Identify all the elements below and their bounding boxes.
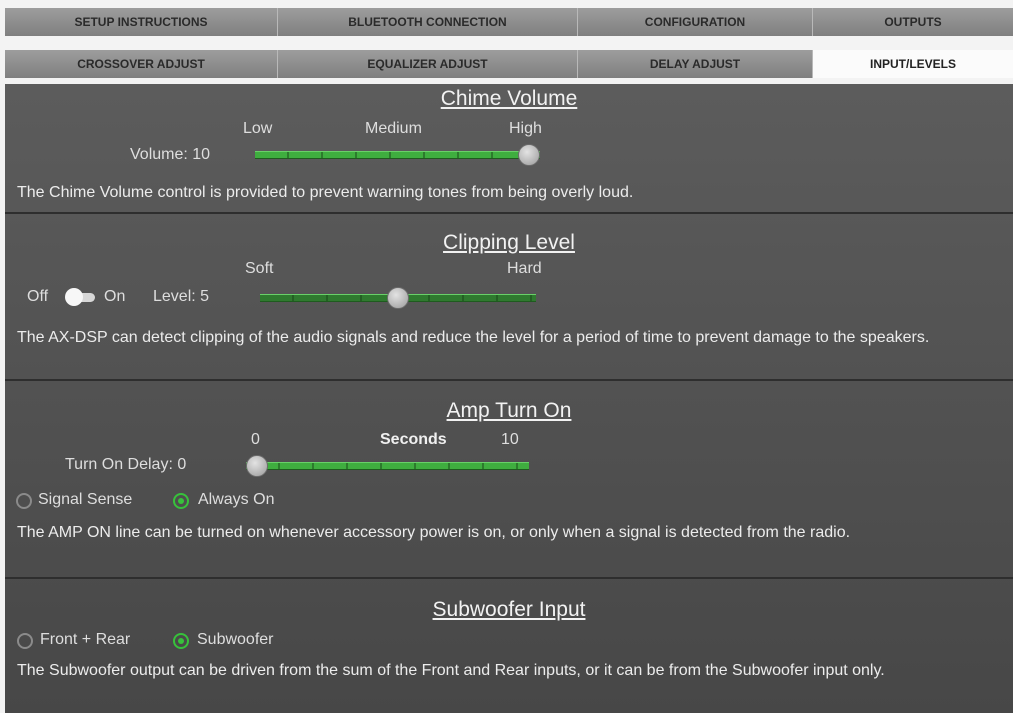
clipping-level-label: Level: 5 — [153, 288, 210, 305]
subwoofer-description: The Subwoofer output can be driven from … — [17, 662, 885, 679]
tab-row-bottom: CROSSOVER ADJUST EQUALIZER ADJUST DELAY … — [5, 50, 1013, 78]
dsp-app-window: SETUP INSTRUCTIONS BLUETOOTH CONNECTION … — [0, 0, 1013, 713]
tab-crossover-adjust[interactable]: CROSSOVER ADJUST — [5, 50, 278, 78]
settings-panel: Chime Volume Low Medium High Volume: 10 … — [5, 84, 1013, 713]
chime-volume-label: Volume: 10 — [130, 146, 211, 163]
amp-turn-on-section: Amp Turn On 0 Seconds 10 Turn On Delay: … — [5, 382, 1013, 579]
subwoofer-radio[interactable] — [173, 633, 189, 649]
chime-volume-section: Chime Volume Low Medium High Volume: 10 … — [5, 84, 1013, 214]
chime-volume-track — [255, 151, 540, 159]
amp-delay-slider[interactable] — [246, 455, 529, 477]
chime-description: The Chime Volume control is provided to … — [17, 184, 634, 201]
tab-input-levels[interactable]: INPUT/LEVELS — [813, 50, 1013, 78]
subwoofer-input-section: Subwoofer Input Front + Rear Subwoofer T… — [5, 580, 1013, 713]
chime-scale-high: High — [509, 120, 542, 137]
always-on-label[interactable]: Always On — [198, 491, 274, 509]
tab-setup-instructions[interactable]: SETUP INSTRUCTIONS — [5, 8, 278, 36]
amp-description: The AMP ON line can be turned on wheneve… — [17, 524, 851, 541]
tab-delay-adjust[interactable]: DELAY ADJUST — [578, 50, 813, 78]
clipping-scale-soft: Soft — [245, 260, 274, 277]
always-on-radio[interactable] — [173, 493, 189, 509]
amp-scale-max: 10 — [501, 431, 519, 448]
amp-turn-on-title: Amp Turn On — [446, 399, 572, 422]
clipping-on-label: On — [104, 288, 126, 305]
clipping-level-section: Clipping Level Soft Hard Off On Level: 5… — [5, 215, 1013, 381]
chime-scale-medium: Medium — [365, 120, 422, 137]
clipping-level-title: Clipping Level — [443, 231, 575, 254]
tab-equalizer-adjust[interactable]: EQUALIZER ADJUST — [278, 50, 578, 78]
tab-bluetooth-connection[interactable]: BLUETOOTH CONNECTION — [278, 8, 578, 36]
clipping-level-thumb[interactable] — [387, 287, 409, 309]
clipping-description: The AX-DSP can detect clipping of the au… — [17, 329, 930, 346]
amp-scale-min: 0 — [251, 431, 260, 448]
tab-outputs[interactable]: OUTPUTS — [813, 8, 1013, 36]
clipping-toggle-knob — [65, 288, 83, 306]
clipping-toggle-switch[interactable] — [65, 288, 95, 306]
subwoofer-input-title: Subwoofer Input — [432, 598, 586, 621]
chime-scale-low: Low — [243, 120, 273, 137]
clipping-scale-hard: Hard — [507, 260, 542, 277]
signal-sense-radio[interactable] — [16, 493, 32, 509]
chime-volume-title: Chime Volume — [440, 87, 578, 110]
chime-volume-thumb[interactable] — [518, 144, 540, 166]
front-rear-label[interactable]: Front + Rear — [40, 631, 130, 649]
chime-volume-slider[interactable] — [255, 144, 540, 166]
clipping-off-label: Off — [27, 288, 49, 305]
signal-sense-label[interactable]: Signal Sense — [38, 491, 132, 509]
amp-delay-thumb[interactable] — [246, 455, 268, 477]
subwoofer-label[interactable]: Subwoofer — [197, 631, 274, 649]
clipping-level-slider[interactable] — [260, 287, 536, 309]
tab-configuration[interactable]: CONFIGURATION — [578, 8, 813, 36]
tab-row-top: SETUP INSTRUCTIONS BLUETOOTH CONNECTION … — [5, 8, 1013, 36]
amp-delay-label: Turn On Delay: 0 — [65, 456, 187, 473]
front-rear-radio[interactable] — [17, 633, 33, 649]
amp-scale-unit: Seconds — [380, 431, 447, 448]
amp-delay-track — [246, 462, 529, 470]
